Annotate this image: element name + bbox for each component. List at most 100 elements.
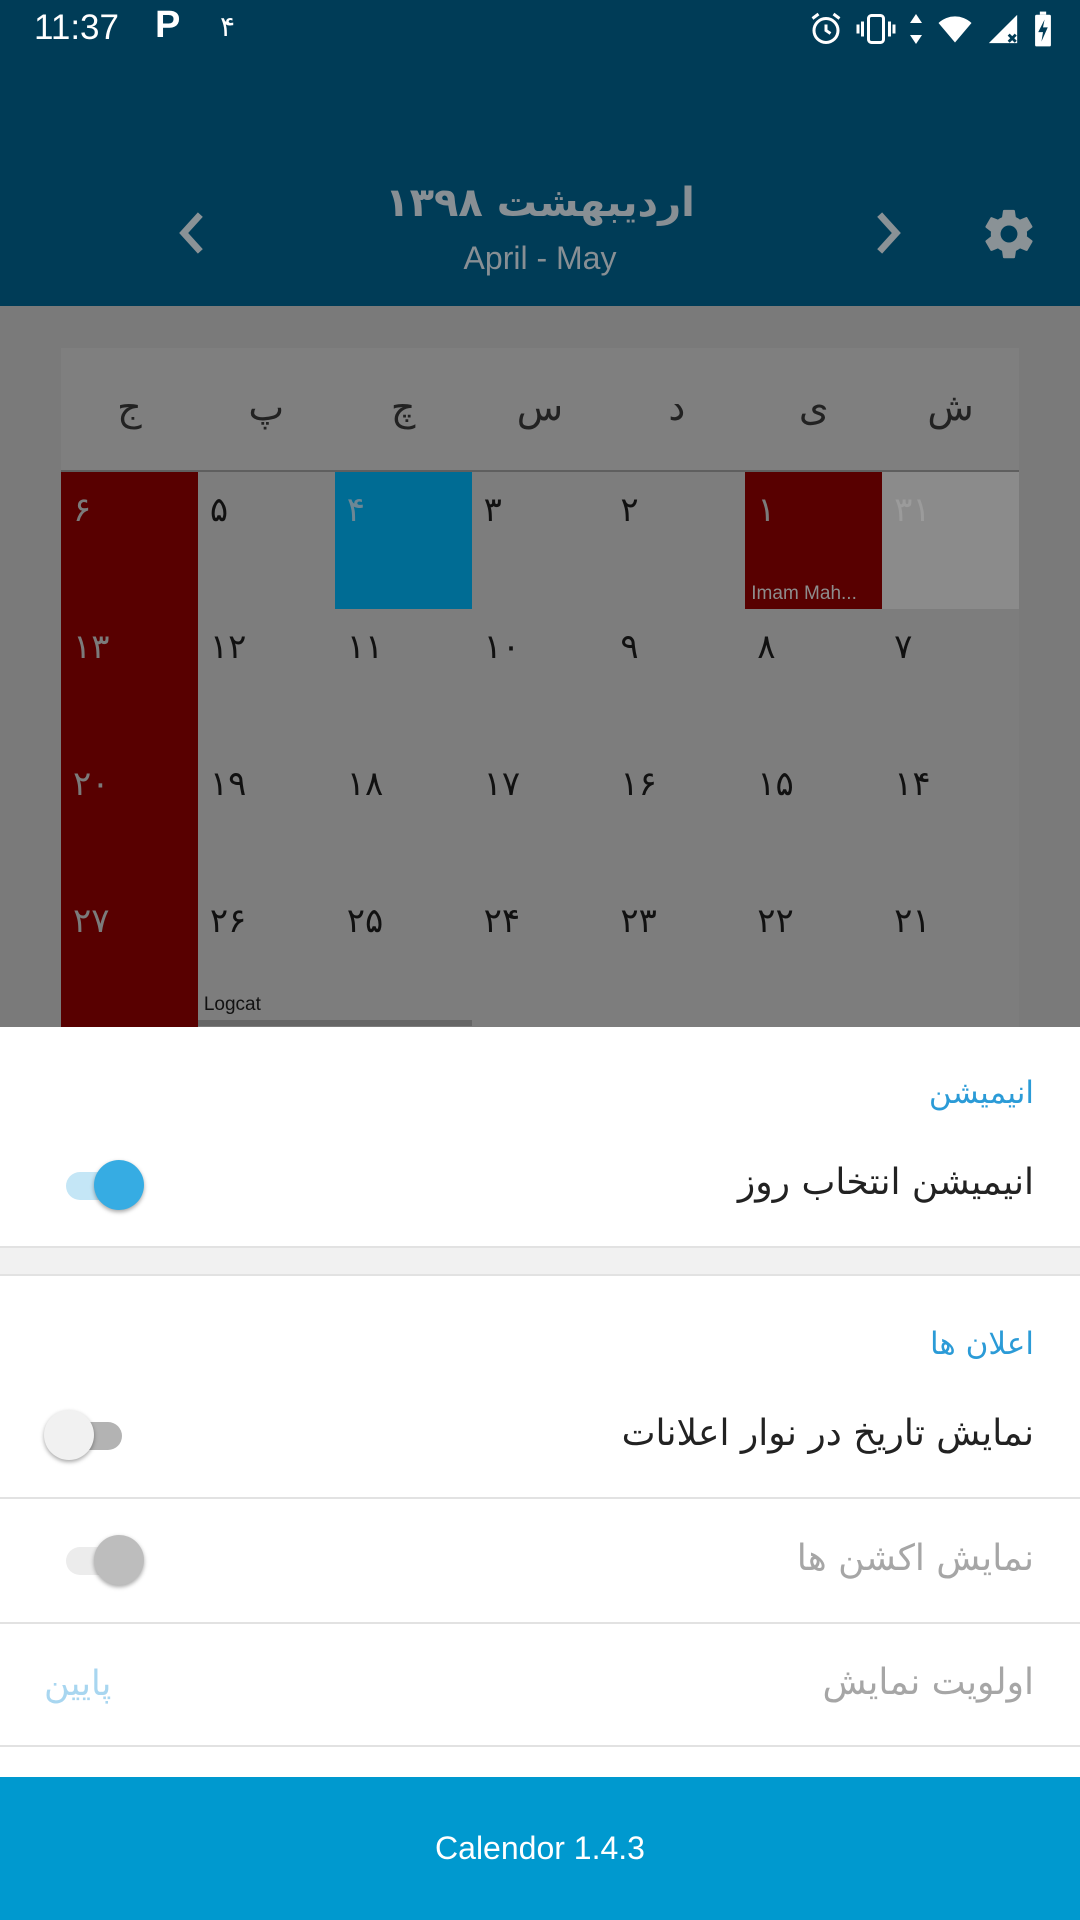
calendar-day-cell[interactable]: ۵ [198, 472, 335, 609]
day-number: ۶ [73, 490, 92, 530]
show-date-notification-label[interactable]: نمایش تاریخ در نوار اعلانات [622, 1413, 1034, 1454]
calendar-day-cell[interactable]: ۹ [608, 609, 745, 746]
day-number: ۱۵ [757, 764, 794, 804]
day-event-label: Imam Mah... [751, 583, 857, 604]
day-number: ۲۴ [483, 901, 521, 941]
divider [0, 1497, 1080, 1499]
day-number: ۱ [757, 490, 776, 530]
calendar-day-cell[interactable]: ۲۳ [608, 883, 745, 1020]
calendar-day-cell[interactable]: ۱۵ [745, 746, 882, 883]
calendar-day-cell[interactable]: ۲۲ [745, 883, 882, 1020]
calendar-day-cell[interactable]: ۱۹ [198, 746, 335, 883]
weekday-label: چ [390, 385, 416, 429]
day-number: ۱۷ [483, 764, 521, 804]
priority-label: اولویت نمایش [822, 1662, 1034, 1703]
day-number: ۹ [620, 627, 639, 667]
calendar-day-cell[interactable]: ۱۱ [335, 609, 472, 746]
day-select-animation-label[interactable]: انیمیشن انتخاب روز [738, 1162, 1034, 1203]
calendar-day-cell[interactable]: ۲۶ Logcat [198, 883, 335, 1020]
weekday-label: ش [927, 385, 974, 429]
day-number: ۲۲ [757, 901, 794, 941]
calendar-day-cell[interactable]: ۲۱ [882, 883, 1019, 1020]
calendar-day-cell[interactable]: ۷ [882, 609, 1019, 746]
calendar-day-cell[interactable]: ۲ [608, 472, 745, 609]
day-number: ۳۱ [894, 490, 931, 530]
day-number: ۲۶ [209, 901, 247, 941]
animation-section-title: انیمیشن [928, 1075, 1034, 1111]
calendar-day-cell[interactable]: ۱۳ [61, 609, 198, 746]
calendar-day-cell[interactable]: ۳۱ [882, 472, 1019, 609]
switch-thumb [44, 1410, 94, 1460]
battery-charging-icon [1035, 11, 1051, 47]
calendar-day-cell[interactable]: ۸ [745, 609, 882, 746]
day-number: ۱۹ [209, 764, 247, 804]
day-number: ۷ [894, 627, 913, 667]
day-event-label: Logcat [203, 994, 261, 1015]
day-number: ۱۶ [620, 764, 657, 804]
weekday-label: ج [117, 385, 142, 429]
day-number: ۱۸ [346, 764, 384, 804]
calendar-day-cell[interactable]: ۱ Imam Mah... [745, 472, 883, 609]
day-number: ۱۳ [73, 627, 110, 667]
calendar-day-cell[interactable]: ۱۶ [608, 746, 745, 883]
priority-value: پایین [44, 1664, 112, 1704]
status-bar: 11:37 P ۴ [0, 0, 1080, 62]
day-number: ۱۱ [346, 627, 384, 667]
day-number: ۳ [483, 490, 502, 530]
calendar-day-cell[interactable]: ۲۰ [61, 746, 198, 883]
show-date-notification-switch[interactable] [44, 1408, 130, 1464]
alarm-icon [811, 12, 841, 44]
day-number: ۲ [620, 490, 639, 530]
vibrate-icon [856, 14, 896, 44]
divider [0, 1745, 1080, 1747]
day-number: ۱۰ [483, 627, 521, 667]
app-header: اردیبهشت ۱۳۹۸ April - May [0, 62, 1080, 306]
day-number: ۲۵ [346, 901, 384, 941]
weekday-label: ی [798, 385, 829, 429]
parking-icon: P [155, 4, 181, 46]
day-number: ۵ [209, 490, 229, 530]
status-time: 11:37 [34, 8, 119, 47]
data-arrows-icon [910, 14, 922, 44]
calendar-grid: ۳۱ ۱ Imam Mah... ۲ ۳ ۴ ۵ ۶ ۷ ۸ ۹ ۱۰ ۱۱ ۱۲ ۱۳ ۱۴ ۱۵ ۱۶ ۱۷ ۱۸… [61, 472, 1019, 1020]
day-number: ۲۷ [73, 901, 110, 941]
calendar-day-cell[interactable]: ۱۲ [198, 609, 335, 746]
day-number: ۲۱ [894, 901, 931, 941]
weekday-label: پ [248, 385, 285, 429]
show-actions-switch [58, 1533, 144, 1589]
day-select-animation-switch[interactable] [58, 1158, 144, 1214]
day-number: ۱۲ [209, 627, 247, 667]
day-number: ۲۳ [620, 901, 657, 941]
calendar-day-cell[interactable]: ۲۵ [335, 883, 472, 1020]
section-gap [0, 1246, 1080, 1276]
divider [0, 1622, 1080, 1624]
notifications-section-title: اعلان ها [929, 1326, 1034, 1362]
wifi-icon [938, 16, 972, 43]
calendar-day-cell[interactable]: ۱۸ [335, 746, 472, 883]
day-number: ۸ [757, 627, 776, 667]
calendar-day-cell[interactable]: ۳ [472, 472, 609, 609]
month-subtitle: April - May [463, 240, 617, 276]
day-number: ۱۴ [894, 764, 931, 804]
version-footer: Calendor 1.4.3 [0, 1777, 1080, 1920]
status-icons [808, 10, 1054, 48]
calendar-day-cell[interactable]: ۴ [334, 472, 472, 609]
day-number: ۴ [346, 490, 365, 530]
calendar-day-cell[interactable]: ۲۴ [472, 883, 609, 1020]
gear-icon[interactable] [980, 205, 1038, 263]
weekday-label: د [668, 385, 686, 429]
calendar-day-cell[interactable]: ۲۷ [61, 883, 198, 1020]
show-actions-label: نمایش اکشن ها [796, 1538, 1034, 1579]
chevron-right-icon[interactable] [868, 208, 908, 258]
calendar-row-strip [198, 1020, 472, 1026]
month-title: اردیبهشت ۱۳۹۸ [385, 180, 695, 226]
calendar-day-cell[interactable]: ۱۰ [472, 609, 609, 746]
calendar-day-cell[interactable]: ۱۴ [882, 746, 1019, 883]
chevron-left-icon[interactable] [172, 208, 212, 258]
notification-count: ۴ [220, 10, 236, 43]
signal-icon [988, 14, 1018, 44]
calendar-day-cell[interactable]: ۶ [61, 472, 198, 609]
calendar-day-cell[interactable]: ۱۷ [472, 746, 609, 883]
switch-thumb [94, 1160, 144, 1210]
day-number: ۲۰ [73, 764, 110, 804]
